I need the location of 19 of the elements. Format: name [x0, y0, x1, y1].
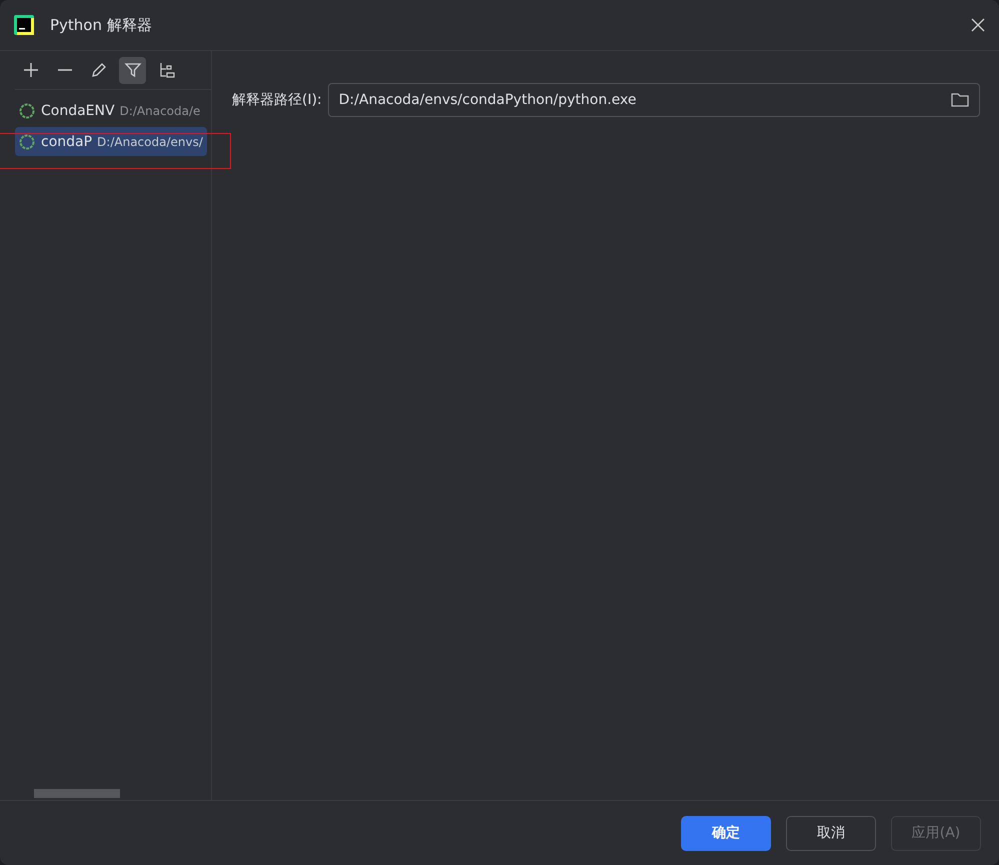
minus-icon: [56, 69, 72, 71]
loading-ring-icon: [19, 102, 35, 118]
folder-icon[interactable]: [951, 92, 969, 108]
pencil-icon: [90, 61, 108, 79]
window-title: Python 解释器: [50, 16, 153, 34]
plus-icon: [22, 61, 40, 79]
path-label: 解释器路径(I):: [232, 91, 322, 109]
interpreter-item[interactable]: condaP D:/Anacoda/envs/: [15, 127, 207, 156]
loading-ring-icon: [19, 134, 35, 150]
scrollbar-thumb[interactable]: [34, 789, 120, 798]
tree-icon: [158, 61, 176, 79]
app-logo-icon: [14, 15, 34, 35]
interpreter-item[interactable]: CondaENV D:/Anacoda/e: [15, 96, 204, 125]
filter-icon: [124, 61, 142, 79]
filter-button[interactable]: [119, 56, 146, 84]
close-icon[interactable]: [971, 18, 985, 32]
dialog-button[interactable]: 取消: [786, 816, 876, 850]
ok-button[interactable]: 确定: [681, 816, 771, 850]
path-field[interactable]: D:/Anacoda/envs/condaPython/python.exe: [328, 83, 980, 117]
